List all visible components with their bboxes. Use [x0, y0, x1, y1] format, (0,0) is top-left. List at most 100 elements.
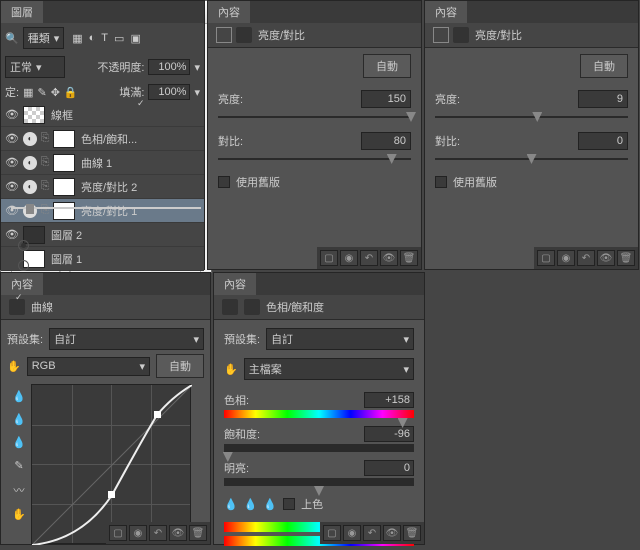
hue-icon2 [244, 299, 260, 315]
pixel-filter-icon[interactable]: ▦ [72, 32, 82, 45]
layer-name: 圖層 1 [51, 251, 82, 267]
clip-icon[interactable]: ▢ [323, 525, 341, 541]
opacity-value[interactable]: 100% [148, 59, 190, 75]
brightness-value[interactable]: 150 [361, 90, 411, 108]
clip-icon[interactable]: ▢ [320, 250, 338, 266]
colorize-checkbox[interactable] [283, 498, 295, 510]
type-filter-icon[interactable]: T [101, 32, 108, 45]
layer-thumbnail [53, 178, 75, 196]
auto-button[interactable]: 自動 [580, 54, 628, 78]
tab-content[interactable]: 內容 [425, 1, 467, 23]
lock-paint-icon[interactable]: ✎ [37, 86, 46, 99]
contrast-slider[interactable] [218, 158, 411, 160]
hue-value[interactable]: +158 [364, 392, 414, 408]
light-value[interactable]: 0 [364, 460, 414, 476]
tab-content[interactable]: 內容 [208, 1, 250, 23]
preset-select[interactable]: 自訂▾ [49, 328, 204, 350]
light-slider[interactable] [224, 478, 414, 486]
layer-row[interactable]: 👁線框 [1, 103, 204, 127]
lock-all-icon[interactable]: 🔒 [64, 86, 78, 99]
eye-icon[interactable]: 👁 [597, 250, 615, 266]
view-icon[interactable]: ◉ [129, 525, 147, 541]
eyedropper-plus-icon[interactable]: 💧 [244, 498, 258, 511]
eye-icon[interactable]: 👁 [380, 250, 398, 266]
eyedropper-icon[interactable]: 💧 [224, 498, 238, 511]
sat-value[interactable]: -96 [364, 426, 414, 442]
layer-type-filter[interactable]: 種類▾ [23, 27, 65, 49]
layer-row[interactable]: 👁◐⎘亮度/對比 2 [1, 175, 204, 199]
layer-thumbnail [53, 202, 75, 220]
layer-row[interactable]: 👁圖層 2 [1, 223, 204, 247]
hand-icon[interactable]: ✋ [224, 363, 238, 376]
layer-row[interactable]: 圖層 1 [1, 247, 204, 271]
brightness-slider[interactable] [218, 116, 411, 118]
auto-button[interactable]: 自動 [363, 54, 411, 78]
lock-move-icon[interactable]: ✥ [51, 86, 60, 99]
adjustment-badge: ◐ [23, 180, 37, 194]
legacy-checkbox[interactable]: 使用舊版 [208, 168, 421, 196]
eye-icon[interactable]: 👁 [169, 525, 187, 541]
link-icon: ⎘ [39, 132, 51, 145]
auto-button[interactable]: 自動 [156, 354, 204, 378]
pencil-icon[interactable]: ✎ [14, 459, 23, 472]
eye-icon[interactable]: 👁 [383, 525, 401, 541]
edit-select[interactable]: 主檔案▾ [244, 358, 414, 380]
curve-graph[interactable] [31, 384, 191, 544]
blend-mode-select[interactable]: 正常▾ [5, 56, 65, 78]
visibility-icon[interactable]: 👁 [3, 204, 21, 217]
brightness-value[interactable]: 9 [578, 90, 628, 108]
eyedropper-minus-icon[interactable]: 💧 [263, 498, 277, 511]
smart-filter-icon[interactable]: ▣ [130, 32, 140, 45]
contrast-value[interactable]: 0 [578, 132, 628, 150]
trash-icon[interactable]: 🗑 [189, 525, 207, 541]
search-icon: 🔍 [5, 32, 19, 45]
trash-icon[interactable]: 🗑 [400, 250, 418, 266]
sat-label: 飽和度: [224, 426, 260, 442]
smooth-icon[interactable]: 〰 [14, 482, 25, 498]
view-icon[interactable]: ◉ [340, 250, 358, 266]
layer-row[interactable]: 👁◐⎘色相/飽和... [1, 127, 204, 151]
hue-saturation-panel: 內容 色相/飽和度 預設集: 自訂▾ ✋ 主檔案▾ 色相:+158 飽和度:-9… [213, 272, 425, 545]
clip-icon[interactable]: ▢ [537, 250, 555, 266]
lock-row: 定: ▦ ✎ ✥ 🔒 填滿: 100%▾ [1, 81, 204, 103]
channel-select[interactable]: RGB▾ [27, 357, 150, 376]
visibility-icon[interactable]: 👁 [3, 108, 21, 121]
reset-icon[interactable]: ↶ [149, 525, 167, 541]
sat-slider[interactable] [224, 444, 414, 452]
contrast-value[interactable]: 80 [361, 132, 411, 150]
panel-title: 曲線 [31, 299, 53, 315]
brightness-label: 亮度: [435, 91, 475, 107]
adjust-filter-icon[interactable]: ◐ [89, 32, 96, 45]
amount-slider[interactable] [11, 207, 201, 209]
shape-filter-icon[interactable]: ▭ [114, 32, 124, 45]
eyedropper-white-icon[interactable]: 💧 [12, 436, 26, 449]
view-icon[interactable]: ◉ [557, 250, 575, 266]
lock-trans-icon[interactable]: ▦ [23, 86, 33, 99]
eyedropper-gray-icon[interactable]: 💧 [12, 413, 26, 426]
fill-value[interactable]: 100% [148, 84, 190, 100]
visibility-icon[interactable]: 👁 [3, 180, 21, 193]
brightness-slider[interactable] [435, 116, 628, 118]
eyedropper-black-icon[interactable]: 💧 [12, 390, 26, 403]
preset-select[interactable]: 自訂▾ [266, 328, 414, 350]
trash-icon[interactable]: 🗑 [403, 525, 421, 541]
visibility-icon[interactable]: 👁 [3, 156, 21, 169]
reset-icon[interactable]: ↶ [577, 250, 595, 266]
visibility-icon[interactable]: 👁 [3, 228, 21, 241]
hand-tool-icon[interactable]: ✋ [12, 508, 26, 521]
reset-icon[interactable]: ↶ [360, 250, 378, 266]
trash-icon[interactable]: 🗑 [617, 250, 635, 266]
hand-icon[interactable]: ✋ [7, 360, 21, 373]
contrast-slider[interactable] [435, 158, 628, 160]
visibility-icon[interactable]: 👁 [3, 132, 21, 145]
clip-icon[interactable]: ▢ [109, 525, 127, 541]
layer-row[interactable]: 👁◐⎘曲線 1 [1, 151, 204, 175]
tab-layers[interactable]: 圖層 [1, 1, 43, 23]
legacy-checkbox[interactable]: 使用舊版 [425, 168, 638, 196]
light-label: 明亮: [224, 460, 249, 476]
tab-content[interactable]: 內容 [214, 273, 256, 295]
hue-slider[interactable] [224, 410, 414, 418]
reset-icon[interactable]: ↶ [363, 525, 381, 541]
layers-panel: 圖層 🔍 種類▾ ▦ ◐ T ▭ ▣ 正常▾ 不透明度: 100%▾ 定: ▦ … [0, 0, 205, 270]
view-icon[interactable]: ◉ [343, 525, 361, 541]
